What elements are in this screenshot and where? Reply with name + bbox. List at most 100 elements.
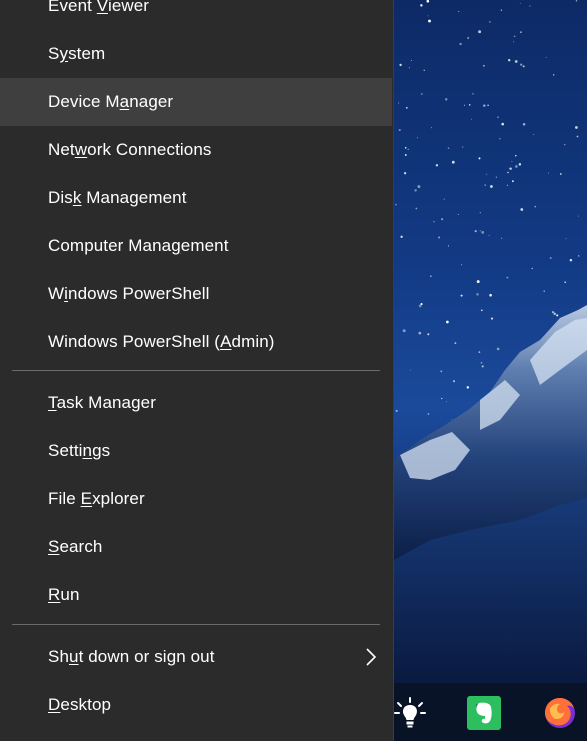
star	[576, 135, 579, 138]
star	[478, 351, 481, 353]
star	[476, 280, 480, 284]
star	[451, 418, 453, 420]
star	[454, 342, 457, 345]
menu-item-label: Search	[48, 537, 102, 557]
star	[488, 234, 490, 237]
lightbulb-icon[interactable]	[390, 693, 430, 733]
star	[404, 147, 407, 149]
menu-item-network-connections[interactable]: Network Connections	[0, 126, 392, 174]
star	[529, 5, 531, 7]
firefox-icon[interactable]	[540, 693, 580, 733]
star	[495, 176, 497, 178]
label-suffix: gs	[92, 441, 111, 460]
star	[427, 413, 430, 415]
menu-item-windows-powershell-admin[interactable]: Windows PowerShell (Admin)	[0, 318, 392, 366]
label-prefix: Sh	[48, 647, 69, 666]
label-suffix: ndows PowerShell	[68, 284, 210, 303]
star	[500, 9, 503, 11]
evernote-icon[interactable]	[464, 693, 504, 733]
star	[522, 123, 526, 126]
menu-separator	[12, 370, 380, 371]
star	[511, 180, 514, 183]
menu-item-desktop[interactable]: Desktop	[0, 681, 392, 729]
star	[545, 56, 547, 58]
star	[507, 171, 509, 174]
star	[404, 154, 407, 156]
star	[490, 317, 494, 320]
star	[435, 164, 439, 167]
star	[471, 118, 472, 120]
star	[460, 294, 463, 297]
star	[520, 208, 524, 211]
star	[462, 146, 464, 148]
label-prefix: W	[48, 284, 65, 303]
star	[466, 386, 470, 389]
star	[481, 231, 485, 234]
label-suffix: ement	[180, 236, 229, 255]
label-suffix: iewer	[107, 0, 150, 15]
star	[481, 309, 483, 312]
star	[458, 11, 460, 13]
menu-separator	[12, 624, 380, 625]
menu-item-disk-management[interactable]: Disk Management	[0, 174, 392, 222]
star	[447, 147, 450, 149]
star	[405, 106, 408, 109]
menu-item-label: Windows PowerShell	[48, 284, 210, 304]
label-prefix: Net	[48, 140, 75, 159]
menu-item-label: Device Manager	[48, 92, 173, 112]
star	[480, 361, 483, 364]
star	[482, 64, 485, 67]
star	[402, 329, 406, 333]
menu-item-run[interactable]: Run	[0, 571, 392, 619]
star	[577, 215, 579, 217]
star	[452, 380, 456, 383]
label-suffix: un	[60, 585, 80, 604]
menu-item-system[interactable]: System	[0, 30, 392, 78]
label-prefix: Setti	[48, 441, 83, 460]
access-key: A	[220, 332, 232, 351]
star	[467, 37, 470, 39]
star	[414, 189, 417, 192]
star	[433, 220, 435, 223]
star	[569, 258, 573, 262]
star	[497, 116, 499, 118]
star	[520, 63, 523, 66]
star	[548, 172, 549, 174]
label-suffix: earch	[59, 537, 103, 556]
menu-item-label: Disk Management	[48, 188, 187, 208]
menu-item-label: File Explorer	[48, 489, 145, 509]
star	[417, 185, 421, 189]
star	[499, 138, 501, 140]
star	[463, 104, 466, 106]
menu-item-label: System	[48, 44, 105, 64]
star	[403, 172, 407, 175]
menu-item-shut-down-or-sign-out[interactable]: Shut down or sign out	[0, 633, 392, 681]
menu-item-file-explorer[interactable]: File Explorer	[0, 475, 392, 523]
menu-item-label: Settings	[48, 441, 110, 461]
label-prefix: Event	[48, 0, 97, 15]
menu-item-windows-powershell[interactable]: Windows PowerShell	[0, 270, 392, 318]
menu-item-search[interactable]: Search	[0, 523, 392, 571]
star	[430, 275, 432, 277]
menu-item-computer-management[interactable]: Computer Management	[0, 222, 392, 270]
star	[423, 69, 425, 72]
star	[444, 98, 448, 101]
access-key: S	[48, 537, 60, 556]
star	[519, 2, 521, 4]
menu-item-task-manager[interactable]: Task Manager	[0, 379, 392, 427]
label-suffix: dmin)	[231, 332, 275, 351]
star	[459, 42, 462, 46]
screen: Event Viewer System Device Manager Network …	[0, 0, 587, 741]
label-suffix: Management	[81, 188, 187, 207]
star	[514, 60, 518, 63]
star	[416, 137, 418, 139]
star	[400, 235, 403, 238]
label-prefix: Computer Mana	[48, 236, 172, 255]
star	[474, 229, 477, 233]
star	[398, 102, 400, 104]
menu-item-label: Shut down or sign out	[48, 647, 215, 667]
menu-item-device-manager[interactable]: Device Manager	[0, 78, 392, 126]
menu-item-settings[interactable]: Settings	[0, 427, 392, 475]
menu-item-event-viewer[interactable]: Event Viewer	[0, 0, 392, 30]
star	[489, 21, 491, 23]
